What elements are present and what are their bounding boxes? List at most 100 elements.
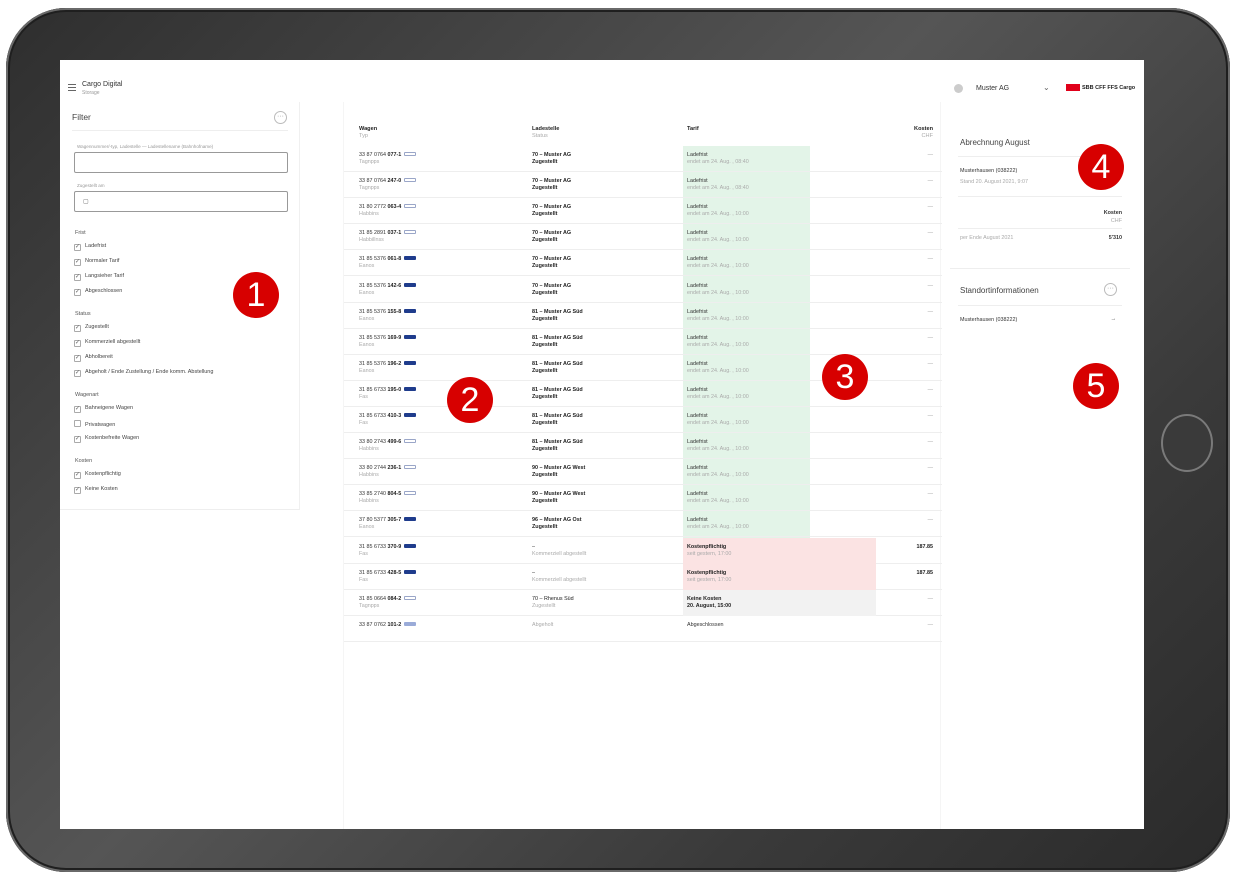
wagen-number: 196-2 (387, 360, 402, 367)
kosten-label: Kosten (1103, 210, 1122, 216)
filter-checkbox[interactable]: ✓ Bahneigene Wagen (74, 405, 133, 414)
tarif-sub: endet am 24. Aug. , 10:00 (687, 472, 749, 479)
ladestelle-status: Zugestellt (532, 393, 558, 400)
standort-location[interactable]: Musterhausen (038222) (960, 317, 1017, 323)
tarif-cell: Ladefrist endet am 24. Aug. , 10:00 (687, 335, 749, 349)
wagon-type-icon (404, 178, 417, 183)
tarif-cell: Ladefrist endet am 24. Aug. , 10:00 (687, 309, 749, 323)
checkbox-checked-icon[interactable]: ✓ (74, 244, 81, 251)
table-row[interactable]: 31 85 5376 169-9 Eanos 81 – Muster AG Süd Z… (344, 329, 942, 355)
kosten-cell: — (927, 152, 933, 158)
wagon-type-icon (404, 282, 417, 287)
wagen-typ: Eanos (359, 315, 375, 322)
wagen-prefix: 33 87 0762 (359, 621, 386, 628)
checkbox-checked-icon[interactable]: ✓ (74, 274, 81, 281)
wagen-cell: 31 85 6733 195-0 Fas (359, 386, 417, 401)
tarif-sub: endet am 24. Aug. , 10:00 (687, 446, 749, 453)
table-row[interactable]: 31 85 2891 037-1 Habbillnss 70 – Muster AG… (344, 224, 942, 251)
sbb-logo-icon (1066, 84, 1080, 91)
avatar-icon[interactable] (954, 84, 963, 93)
table-row[interactable]: 31 85 5376 155-8 Eanos 81 – Muster AG Süd Z… (344, 303, 942, 329)
filter-checkbox[interactable]: ✓ Abgeholt / Ende Zustellung / Ende komm.… (74, 369, 213, 378)
table-row[interactable]: 31 85 5376 061-8 Eanos 70 – Muster AG Zuges… (344, 250, 942, 277)
filter-group-label: Wagenart (75, 392, 99, 398)
filter-checkbox[interactable]: ✓ Kostenbefreite Wagen (74, 435, 139, 444)
checkbox-checked-icon[interactable]: ✓ (74, 289, 81, 296)
chevron-down-icon[interactable]: ⌄ (1043, 83, 1050, 92)
calendar-icon: ▢ (83, 199, 89, 205)
wagen-prefix: 33 85 2740 (359, 491, 386, 498)
table-row[interactable]: 37 80 5377 305-7 Eanos 96 – Muster AG Ost Z… (344, 511, 942, 538)
filter-checkbox[interactable]: ✓ Kommerziell abgestellt (74, 339, 140, 348)
table-row[interactable]: 31 85 0664 084-2 Tagnpps 70 – Rhenus Süd Zu… (344, 589, 942, 616)
table-row[interactable]: 33 80 2743 499-6 Habbins 81 – Muster AG Sü… (344, 433, 942, 460)
kosten-cell: — (927, 621, 933, 628)
checkbox-unchecked-icon[interactable] (74, 420, 81, 427)
filter-checkbox[interactable]: ✓ Abholbereit (74, 354, 113, 363)
company-selector[interactable]: Muster AG (976, 85, 1009, 92)
col-header-kosten[interactable]: Kosten CHF (889, 126, 933, 140)
checkbox-checked-icon[interactable]: ✓ (74, 355, 81, 362)
filter-checkbox-label: Privatwagen (85, 422, 116, 428)
checkbox-checked-icon[interactable]: ✓ (74, 472, 81, 479)
filter-checkbox[interactable]: ✓ Langsieher Tarif (74, 273, 124, 282)
arrow-right-icon[interactable]: → (1111, 316, 1116, 322)
ladestelle-status: Zugestellt (532, 237, 558, 244)
checkbox-checked-icon[interactable]: ✓ (74, 259, 81, 266)
ladestelle-cell: 90 – Muster AG West Zugestellt (532, 491, 585, 505)
table-row[interactable]: 31 80 2772 063-4 Habbins 70 – Muster AG Zug… (344, 198, 942, 225)
table-row[interactable]: 33 87 0762 101-2 Abgeholt Abgeschlossen — (344, 616, 942, 642)
kosten-unit: CHF (1110, 218, 1122, 224)
wagen-typ: Eanos (359, 367, 375, 374)
table-row[interactable]: 31 85 6733 410-3 Fas 81 – Muster AG Süd Zug… (344, 407, 942, 433)
checkbox-checked-icon[interactable]: ✓ (74, 370, 81, 377)
tarif-label: Abgeschlossen (687, 621, 724, 628)
annotation-badge-1: 1 (233, 272, 279, 318)
abrechnung-title: Abrechnung August (960, 138, 1030, 147)
table-row[interactable]: 33 85 2740 804-5 Habbins 90 – Muster AG We… (344, 485, 942, 512)
wagen-cell: 31 85 5376 196-2 Eanos (359, 360, 417, 375)
col-header-ladestelle[interactable]: Ladestelle Status (532, 126, 559, 140)
checkbox-checked-icon[interactable]: ✓ (74, 436, 81, 443)
ladestelle-name: 96 – Muster AG Ost (532, 517, 582, 524)
ladestelle-status: Kommerziell abgestellt (532, 550, 587, 557)
filter-checkbox[interactable]: ✓ Kostenpflichtig (74, 471, 121, 480)
table-row[interactable]: 33 87 0764 077-1 Tagnpps 70 – Muster AG Zug… (344, 146, 942, 172)
col-header-wagen[interactable]: Wagen Typ (359, 126, 377, 140)
tarif-cell: Keine Kosten 20. August, 15:00 (687, 596, 731, 610)
filter-checkbox-label: Keine Kosten (85, 486, 118, 492)
ladestelle-name: 70 – Muster AG (532, 178, 572, 185)
col-header-tarif[interactable]: Tarif (687, 126, 699, 133)
checkbox-checked-icon[interactable]: ✓ (74, 325, 81, 332)
search-input[interactable] (74, 152, 288, 173)
menu-icon[interactable] (68, 84, 76, 91)
standort-more-button[interactable]: ··· (1104, 283, 1117, 296)
table-row[interactable]: 31 85 5376 142-6 Eanos 70 – Muster AG Zuges… (344, 277, 942, 303)
annotation-badge-2: 2 (447, 377, 493, 423)
table-row[interactable]: 31 85 6733 428-5 Fas – Kommerziell abgestel… (344, 563, 942, 590)
checkbox-checked-icon[interactable]: ✓ (74, 487, 81, 494)
tarif-sub: endet am 24. Aug. , 10:00 (687, 498, 749, 505)
ladestelle-status: Zugestellt (532, 159, 558, 165)
table-row[interactable]: 33 80 2744 236-1 Habbins 90 – Muster AG We… (344, 459, 942, 486)
table-row[interactable]: 33 87 0764 247-0 Tagnpps 70 – Muster AG Zug… (344, 172, 942, 199)
checkbox-checked-icon[interactable]: ✓ (74, 340, 81, 347)
filter-checkbox[interactable]: Privatwagen (74, 420, 115, 429)
filter-more-button[interactable]: ··· (274, 111, 287, 124)
wagon-type-icon (404, 413, 417, 417)
filter-checkbox[interactable]: ✓ Keine Kosten (74, 486, 118, 495)
table-row[interactable]: 31 85 6733 370-9 Fas – Kommerziell abgestel… (344, 537, 942, 564)
tarif-cell: Ladefrist endet am 24. Aug. , 10:00 (687, 361, 749, 375)
filter-checkbox[interactable]: ✓ Abgeschlossen (74, 288, 122, 297)
wagen-number: 063-4 (387, 204, 402, 211)
filter-checkbox[interactable]: ✓ Ladefrist (74, 243, 106, 252)
date-input[interactable]: ▢ (74, 191, 288, 212)
wagen-cell: 31 85 5376 061-8 Eanos (359, 256, 417, 270)
ladestelle-cell: 81 – Muster AG Süd Zugestellt (532, 387, 583, 401)
ladestelle-name: 70 – Muster AG (532, 230, 572, 237)
ladestelle-status: Zugestellt (532, 420, 558, 426)
filter-checkbox[interactable]: ✓ Zugestellt (74, 324, 109, 333)
checkbox-checked-icon[interactable]: ✓ (74, 406, 81, 413)
filter-checkbox[interactable]: ✓ Normaler Tarif (74, 258, 119, 267)
home-button[interactable] (1161, 414, 1213, 472)
